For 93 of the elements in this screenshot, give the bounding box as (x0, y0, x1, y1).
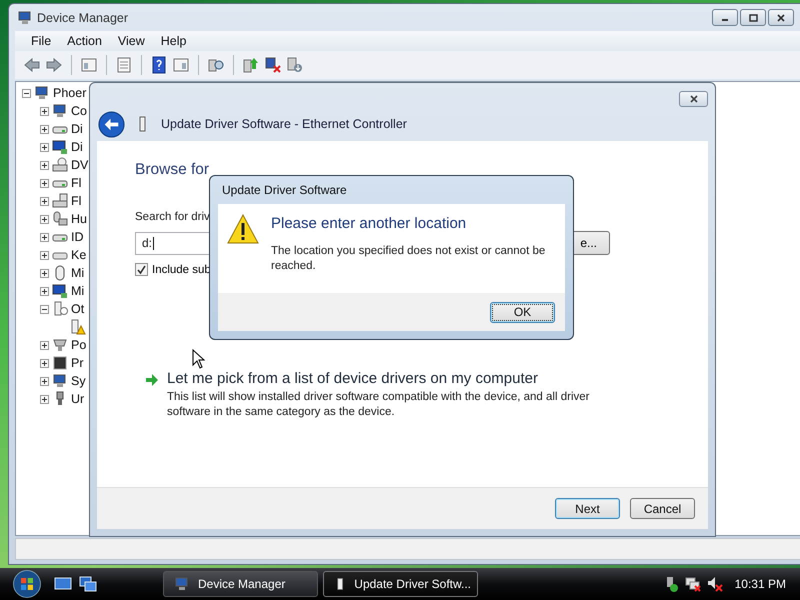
help-icon[interactable] (150, 56, 168, 74)
dialog-title: Update Driver Software (222, 183, 347, 197)
maximize-icon (748, 14, 758, 22)
device-icon (70, 319, 86, 335)
device-icon (52, 355, 68, 371)
minimize-button[interactable] (712, 9, 738, 26)
expander-icon[interactable] (40, 124, 49, 134)
option-link[interactable]: Let me pick from a list of device drivers on my computer (167, 370, 617, 387)
device-icon (52, 373, 68, 389)
checkbox[interactable] (135, 263, 148, 276)
page-heading: Browse for (135, 161, 210, 179)
tree-item[interactable]: Mi (71, 284, 84, 298)
expander-icon[interactable] (40, 160, 49, 170)
ok-button[interactable]: OK (490, 302, 555, 322)
device-icon (52, 193, 68, 209)
maximize-button[interactable] (740, 9, 766, 26)
close-icon (777, 14, 785, 22)
uninstall-icon[interactable] (264, 56, 282, 74)
close-icon (688, 95, 698, 103)
tree-item[interactable]: Mi (71, 266, 84, 280)
clock[interactable]: 10:31 PM (734, 577, 786, 591)
computer-icon (174, 576, 190, 592)
expander-icon[interactable] (40, 340, 49, 350)
expander-icon[interactable] (40, 232, 49, 242)
tree-item[interactable]: Fl (71, 176, 82, 190)
dialog-message: The location you specified does not exist or cannot be reached. (271, 244, 546, 274)
tree-item[interactable]: Pr (71, 356, 84, 370)
tree-item[interactable]: Phoer (53, 86, 86, 100)
device-icon (52, 211, 68, 227)
disable-icon[interactable] (286, 56, 304, 74)
tree-item[interactable]: ID (71, 230, 84, 244)
close-button[interactable] (679, 91, 708, 107)
dialog-heading: Please enter another location (271, 215, 468, 232)
menu-item[interactable]: Action (59, 34, 110, 48)
tree-item[interactable]: Di (71, 140, 83, 154)
device-icon (52, 283, 68, 299)
update-icon[interactable] (242, 56, 260, 74)
expander-icon[interactable] (40, 304, 49, 314)
expander-icon[interactable] (22, 88, 31, 98)
expander-icon[interactable] (40, 250, 49, 260)
expander-icon[interactable] (40, 106, 49, 116)
start-button[interactable] (12, 569, 42, 599)
menu-item[interactable]: View (110, 34, 153, 48)
tree-view-icon[interactable] (80, 56, 98, 74)
tree-item[interactable]: Hu (71, 212, 87, 226)
tree-item[interactable]: Co (71, 104, 87, 118)
expander-icon[interactable] (40, 268, 49, 278)
tree-item[interactable]: Ke (71, 248, 86, 262)
device-icon (52, 337, 68, 353)
option-description: This list will show installed driver software compatible with the device, and all driver software in the same category as the device. (167, 390, 590, 420)
expander-icon[interactable] (40, 376, 49, 386)
expander-icon[interactable] (40, 196, 49, 206)
tree-item[interactable]: DV (71, 158, 88, 172)
warning-icon (227, 214, 259, 244)
pane-icon[interactable] (172, 56, 190, 74)
expander-icon[interactable] (40, 286, 49, 296)
expander-icon[interactable] (40, 358, 49, 368)
device-icon (52, 157, 68, 173)
expander-icon[interactable] (40, 394, 49, 404)
computer-icon (17, 10, 33, 26)
taskbar-button[interactable]: Update Driver Softw... (323, 571, 478, 597)
taskbar-button[interactable]: Device Manager (163, 571, 318, 597)
network-icon[interactable] (684, 576, 701, 592)
cursor-icon (192, 349, 205, 369)
tree-item[interactable]: Sy (71, 374, 86, 388)
tree-item[interactable]: Di (71, 122, 83, 136)
wizard-title: Update Driver Software - Ethernet Controller (161, 117, 407, 131)
forward-icon[interactable] (45, 56, 63, 74)
close-button[interactable] (768, 9, 794, 26)
device-icon (52, 139, 68, 155)
tree-item[interactable]: Ur (71, 392, 84, 406)
tree-item[interactable]: Ot (71, 302, 84, 316)
menu-item[interactable]: Help (152, 34, 194, 48)
back-icon[interactable] (23, 56, 41, 74)
properties-icon[interactable] (115, 56, 133, 74)
tree-item[interactable]: Fl (71, 194, 82, 208)
windows-icon[interactable] (79, 576, 97, 592)
device-icon (52, 103, 68, 119)
expander-icon[interactable] (40, 178, 49, 188)
desktop-icon[interactable] (54, 576, 72, 592)
cancel-button[interactable]: Cancel (630, 498, 695, 519)
tree-item[interactable]: Po (71, 338, 86, 352)
expander-icon[interactable] (40, 214, 49, 224)
window-title: Device Manager (37, 10, 128, 24)
volume-icon[interactable] (706, 576, 723, 592)
menu-item[interactable]: File (23, 34, 60, 48)
device-icon (52, 301, 68, 317)
arrow-icon (145, 373, 159, 387)
back-button[interactable] (98, 110, 125, 138)
next-button[interactable]: Next (555, 498, 620, 519)
device-icon (34, 85, 50, 101)
field-label: Search for driv (135, 211, 210, 223)
expander-icon[interactable] (40, 142, 49, 152)
